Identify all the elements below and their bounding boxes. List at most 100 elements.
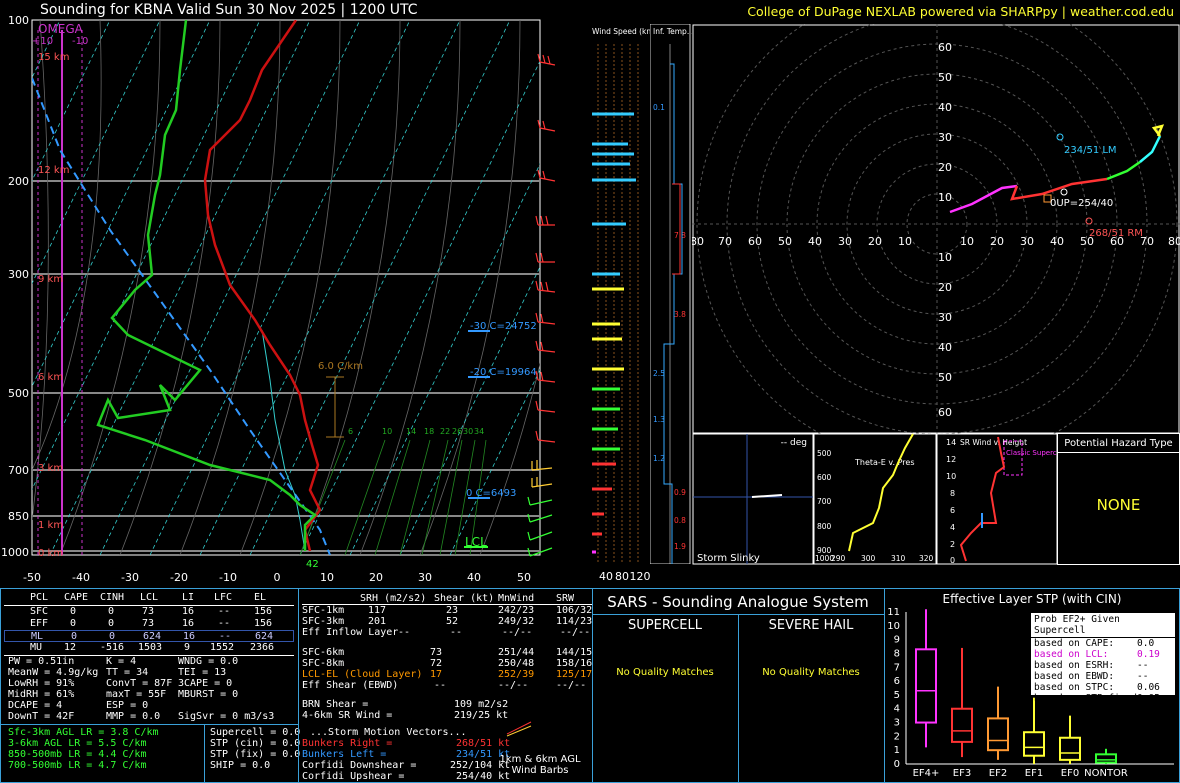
hazard-value: NONE <box>1096 496 1141 514</box>
sars-title: SARS - Sounding Analogue System <box>607 593 869 611</box>
stp-y-tick: 6 <box>894 676 900 687</box>
pressure-label: 300 <box>8 268 29 281</box>
stp-box-nontor <box>1095 748 1117 764</box>
hazard-panel: Potential Hazard Type NONE <box>1057 433 1180 565</box>
sars-supercell: SUPERCELL <box>628 618 702 633</box>
srw-y: 10 <box>946 472 956 481</box>
parcel-row: MU 12 -516 1503 9 1552 2366 <box>30 642 275 653</box>
pressure-label: 100 <box>8 14 29 27</box>
hodo-y: 30 <box>938 311 952 324</box>
height-label: 1 km <box>38 520 63 531</box>
srw-y: 12 <box>946 455 956 464</box>
pressure-label: 850 <box>8 510 29 523</box>
wind-barbs <box>535 53 556 443</box>
sr-wind-panel: 14 12 10 8 6 4 2 0 SR Wind v. Height Cla… <box>936 433 1058 565</box>
mix-label: 22 <box>440 427 450 436</box>
height-label: 12 km <box>38 165 69 176</box>
stp-box-ef1 <box>1023 697 1045 764</box>
stp-category-label: EF2 <box>989 768 1007 779</box>
stp-y-tick: 1 <box>894 745 900 756</box>
credit-text: College of DuPage NEXLAB powered via SHA… <box>747 4 1174 19</box>
temp-label: -10 <box>219 571 237 584</box>
hodo-lm: 234/51 LM <box>1064 145 1117 156</box>
hodo-y: 20 <box>938 161 952 174</box>
omega-label: OMEGA <box>38 22 84 36</box>
hodo-y: 10 <box>938 251 952 264</box>
wind-speed-panel: Wind Speed (knots) 40 80 120 <box>590 24 651 583</box>
pressure-label: 500 <box>8 387 29 400</box>
stp-box <box>1095 753 1117 764</box>
stp-y-tick: 5 <box>894 690 900 701</box>
indices-block: PW = 0.51in K = 4 WNDG = 0.0 MeanW = 4.9g/… <box>8 656 275 722</box>
stp-box-ef3 <box>951 647 973 758</box>
barbs-label: 1km & 6km AGL Wind Barbs <box>499 754 581 776</box>
hodo-y: 40 <box>938 341 952 354</box>
stp-category-label: NONTOR <box>1084 768 1128 779</box>
srw-y: 8 <box>950 489 955 498</box>
mix-label: 34 <box>474 427 484 436</box>
stp-y-tick: 9 <box>894 635 900 646</box>
parcel-header: PCL <box>30 592 49 603</box>
temp-label: -20 <box>170 571 188 584</box>
pressure-label: 1000 <box>1 546 29 559</box>
stp-y-tick: 4 <box>894 704 900 715</box>
sfc-temp-label: 42 <box>306 559 319 570</box>
srw-y: 4 <box>950 523 955 532</box>
stp-box-ef2 <box>987 686 1009 760</box>
parcel-header: LCL <box>140 592 159 603</box>
hodo-x: 60 <box>748 235 762 248</box>
inf-temp-value: 1.2 <box>653 454 665 463</box>
hodo-mean: 0UP=254/40 <box>1050 198 1113 209</box>
srw-y: 0 <box>950 556 955 565</box>
temp-label: -50 <box>23 571 41 584</box>
parcel-row-selected[interactable]: ML 0 0 624 16 -- 624 <box>4 630 294 642</box>
hodo-x: 20 <box>868 235 882 248</box>
parcel-header: EL <box>254 592 267 603</box>
isotherm-level: -30 C=24752 <box>470 321 537 332</box>
isotherm-level: 0 C=6493 <box>466 488 516 499</box>
stp-y-tick: 10 <box>887 621 900 632</box>
stp-y-tick: 3 <box>894 718 900 729</box>
height-label: 15 km <box>38 52 69 63</box>
stp-category-label: EF0 <box>1061 768 1079 779</box>
stp-y-tick: 7 <box>894 662 900 673</box>
mix-label: 6 <box>348 427 353 436</box>
prob-box: Prob EF2+ Given Supercell based on CAPE:… <box>1030 612 1176 704</box>
stp-y-tick: 0 <box>894 759 900 770</box>
inf-temp-value: 0.9 <box>674 488 686 497</box>
pressure-label: 200 <box>8 175 29 188</box>
hodo-x: 20 <box>990 235 1004 248</box>
wind-tick: 40 <box>599 570 613 583</box>
height-label: 6 km <box>38 372 63 383</box>
srw-label: SR Wind v. Height <box>960 438 1027 447</box>
wind-tick: 120 <box>630 570 651 583</box>
hodo-x: 40 <box>808 235 822 248</box>
temp-label: 50 <box>517 571 531 584</box>
hodo-y: 60 <box>938 41 952 54</box>
hodo-x: 10 <box>960 235 974 248</box>
lapse-rates-block: Sfc-3km AGL LR = 3.8 C/km 3-6km AGL LR =… <box>8 727 159 771</box>
temp-label: 20 <box>369 571 383 584</box>
omega-tick: -10 <box>72 36 88 47</box>
srw-y: 6 <box>950 506 955 515</box>
composite-block: Supercell = 0.0 STP (cin) = 0.0 STP (fix… <box>210 727 301 771</box>
stp-box <box>987 717 1009 752</box>
stp-category-label: EF1 <box>1025 768 1043 779</box>
hodograph-panel: 60 50 40 30 20 10 10 20 30 40 50 60 80 7… <box>692 24 1180 434</box>
theta-y: 600 <box>817 473 832 482</box>
inf-temp-value: 2.5 <box>653 369 665 378</box>
temp-label: -30 <box>121 571 139 584</box>
temp-label: 40 <box>467 571 481 584</box>
height-label: 3 km <box>38 463 63 474</box>
hodo-x: 30 <box>838 235 852 248</box>
parcel-header: LI <box>182 592 195 603</box>
inf-temp-value: 1.9 <box>674 542 686 551</box>
hodo-x: 10 <box>898 235 912 248</box>
theta-label: Theta-E v. Pres <box>854 458 915 467</box>
inf-temp-panel: Inf. Temp. Adv.(C/hr) 0.1 7.8 3.8 2.5 1.… <box>650 24 692 564</box>
parcel-header: CAPE <box>64 592 89 603</box>
mix-label: 26 <box>452 427 462 436</box>
hodo-rm: 268/51 RM <box>1089 228 1143 239</box>
hodo-y: 50 <box>938 371 952 384</box>
theta-x: 310 <box>891 554 906 563</box>
